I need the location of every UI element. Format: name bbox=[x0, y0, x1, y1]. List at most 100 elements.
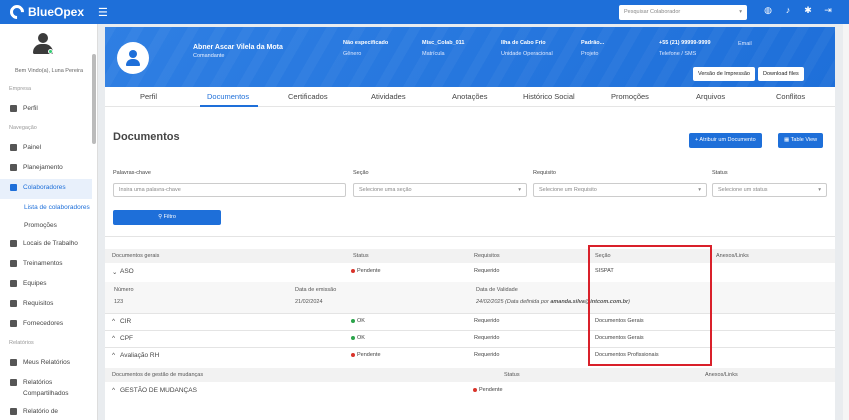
keyword-input[interactable]: Insira uma palavra-chave bbox=[113, 183, 346, 197]
tab-atividades[interactable]: Atividades bbox=[371, 92, 406, 101]
sidebar-item-label: Meus Relatórios bbox=[23, 359, 70, 366]
col-header-docs: Documentos gerais bbox=[112, 253, 160, 259]
sidebar-item-planejamento[interactable]: Planejamento bbox=[10, 164, 63, 171]
welcome-text: Bem Vindo(a), Luna Pereira bbox=[14, 68, 84, 74]
section-label-navegacao: Navegação bbox=[9, 125, 37, 131]
unidade-value: Ilha de Cabo Frio bbox=[501, 40, 546, 46]
app-logo[interactable]: BlueOpex bbox=[7, 2, 84, 22]
globe-icon[interactable]: ◍ bbox=[762, 5, 774, 16]
divider bbox=[105, 313, 835, 314]
status-badge: Pendente bbox=[351, 352, 381, 358]
profile-banner: Abner Ascar Vilela da Mota Comandante Nã… bbox=[105, 27, 835, 87]
sidebar-item-label: Fornecedores bbox=[23, 320, 64, 327]
menu-icon[interactable]: ☰ bbox=[98, 6, 108, 19]
tab-conflitos[interactable]: Conflitos bbox=[776, 92, 805, 101]
sidebar-item-locais[interactable]: Locais de Trabalho bbox=[10, 240, 78, 247]
collapse-icon[interactable]: ⌄ bbox=[112, 268, 117, 276]
telefone-label: Telefone / SMS bbox=[659, 51, 697, 57]
requirement-select[interactable]: Selecione um Requisito ▾ bbox=[533, 183, 707, 197]
requirement-value: Requerido bbox=[474, 335, 500, 341]
sidebar-item-label: Requisitos bbox=[23, 300, 54, 307]
status-badge: Pendente bbox=[351, 268, 381, 274]
tab-historico-social[interactable]: Histórico Social bbox=[523, 92, 575, 101]
col-header-status-2: Status bbox=[504, 372, 520, 378]
truck-icon bbox=[10, 320, 17, 327]
sidebar-item-painel[interactable]: Painel bbox=[10, 144, 41, 151]
logout-icon[interactable]: ⇥ bbox=[822, 5, 834, 16]
users-icon bbox=[10, 184, 17, 191]
input-placeholder: Insira uma palavra-chave bbox=[119, 187, 181, 193]
section-label-relatorios: Relatórios bbox=[9, 340, 34, 346]
sidebar-item-label: Equipes bbox=[23, 280, 47, 287]
page-title: Documentos bbox=[113, 131, 180, 143]
emissao-label: Data de emissão bbox=[295, 287, 337, 293]
status-badge: OK bbox=[351, 318, 365, 324]
table-view-button[interactable]: ▦ Table View bbox=[778, 133, 824, 148]
sidebar-item-perfil[interactable]: Perfil bbox=[10, 105, 38, 112]
section-label: Seção bbox=[353, 170, 369, 176]
training-icon bbox=[10, 260, 17, 267]
unidade-label: Unidade Operacional bbox=[501, 51, 553, 57]
share-icon bbox=[10, 379, 17, 386]
sidebar-item-requisitos[interactable]: Requisitos bbox=[10, 300, 53, 307]
tab-perfil[interactable]: Perfil bbox=[140, 92, 157, 101]
table-icon: ▦ bbox=[784, 137, 791, 143]
table-header-2: Documentos de gestão de mudanças Status … bbox=[105, 368, 835, 382]
doc-name: GESTÃO DE MUDANÇAS bbox=[120, 387, 197, 394]
main-card: Abner Ascar Vilela da Mota Comandante Nã… bbox=[105, 27, 835, 420]
sidebar-item-equipes[interactable]: Equipes bbox=[10, 280, 47, 287]
row-detail: Número 123 Data de emissão 21/02/2024 Da… bbox=[105, 282, 835, 313]
bell-icon[interactable]: ♪ bbox=[782, 5, 794, 16]
chevron-down-icon: ▾ bbox=[818, 187, 821, 193]
assign-document-button[interactable]: + Atribuir um Documento bbox=[689, 133, 762, 148]
sidebar-item-colaboradores[interactable]: Colaboradores bbox=[10, 184, 66, 191]
sidebar-item-relatorios-compartilhados[interactable]: Relatórios bbox=[10, 379, 52, 386]
genero-value: Não especificado bbox=[343, 40, 389, 46]
print-version-button[interactable]: Versão de Impressão bbox=[693, 67, 755, 81]
tab-documentos[interactable]: Documentos bbox=[207, 92, 249, 101]
filter-button[interactable]: ⚲ Filtro bbox=[113, 210, 221, 225]
validade-label: Data de Validade bbox=[476, 287, 518, 293]
expand-icon[interactable]: ^ bbox=[112, 387, 115, 394]
search-collaborator-select[interactable]: Pesquisar Colaborador ▾ bbox=[619, 5, 747, 20]
requirement-value: Requerido bbox=[474, 268, 500, 274]
profile-name: Abner Ascar Vilela da Mota bbox=[193, 44, 283, 51]
expand-icon[interactable]: ^ bbox=[112, 335, 115, 342]
section-select[interactable]: Selecione uma seção ▾ bbox=[353, 183, 527, 197]
projeto-label: Projeto bbox=[581, 51, 599, 57]
sidebar-scrollbar[interactable] bbox=[92, 54, 96, 144]
profile-role: Comandante bbox=[193, 53, 225, 59]
tab-certificados[interactable]: Certificados bbox=[288, 92, 328, 101]
doc-name: ASO bbox=[120, 268, 134, 275]
status-badge: Pendente bbox=[473, 387, 503, 393]
status-badge: OK bbox=[351, 335, 365, 341]
gear-icon[interactable]: ✱ bbox=[802, 5, 814, 16]
status-label: Status bbox=[712, 170, 728, 176]
expand-icon[interactable]: ^ bbox=[112, 318, 115, 325]
sidebar-item-label: Relatório de bbox=[23, 408, 59, 415]
expand-icon[interactable]: ^ bbox=[112, 352, 115, 359]
doc-name: CPF bbox=[120, 335, 133, 342]
doc-name: Avaliação RH bbox=[120, 352, 160, 359]
requirement-value: Requerido bbox=[474, 318, 500, 324]
tab-arquivos[interactable]: Arquivos bbox=[696, 92, 725, 101]
download-files-button[interactable]: Download files bbox=[758, 67, 804, 81]
table-header: Documentos gerais Status Requisitos Seçã… bbox=[105, 249, 835, 263]
sidebar-subitem-lista[interactable]: Lista de colaboradores bbox=[24, 204, 90, 211]
chevron-down-icon: ▾ bbox=[518, 187, 521, 193]
sidebar-item-treinamentos[interactable]: Treinamentos bbox=[10, 260, 63, 267]
status-select[interactable]: Selecione um status ▾ bbox=[712, 183, 827, 197]
sidebar-item-relatorio-de[interactable]: Relatório de bbox=[10, 408, 58, 415]
tab-promocoes[interactable]: Promoções bbox=[611, 92, 649, 101]
emissao-value: 21/02/2024 bbox=[295, 299, 323, 305]
tab-anotacoes[interactable]: Anotações bbox=[452, 92, 487, 101]
sidebar-item-label: Relatórios bbox=[23, 379, 53, 386]
sidebar-item-fornecedores[interactable]: Fornecedores bbox=[10, 320, 63, 327]
page-scrollbar[interactable] bbox=[843, 24, 849, 420]
matricula-value: Misc_Colab_011 bbox=[422, 40, 465, 46]
sidebar-subitem-promocoes[interactable]: Promoções bbox=[24, 222, 57, 229]
avatar[interactable] bbox=[32, 33, 54, 55]
dashboard-icon bbox=[10, 144, 17, 151]
active-tab-indicator bbox=[200, 105, 258, 107]
sidebar-item-meus-relatorios[interactable]: Meus Relatórios bbox=[10, 359, 70, 366]
